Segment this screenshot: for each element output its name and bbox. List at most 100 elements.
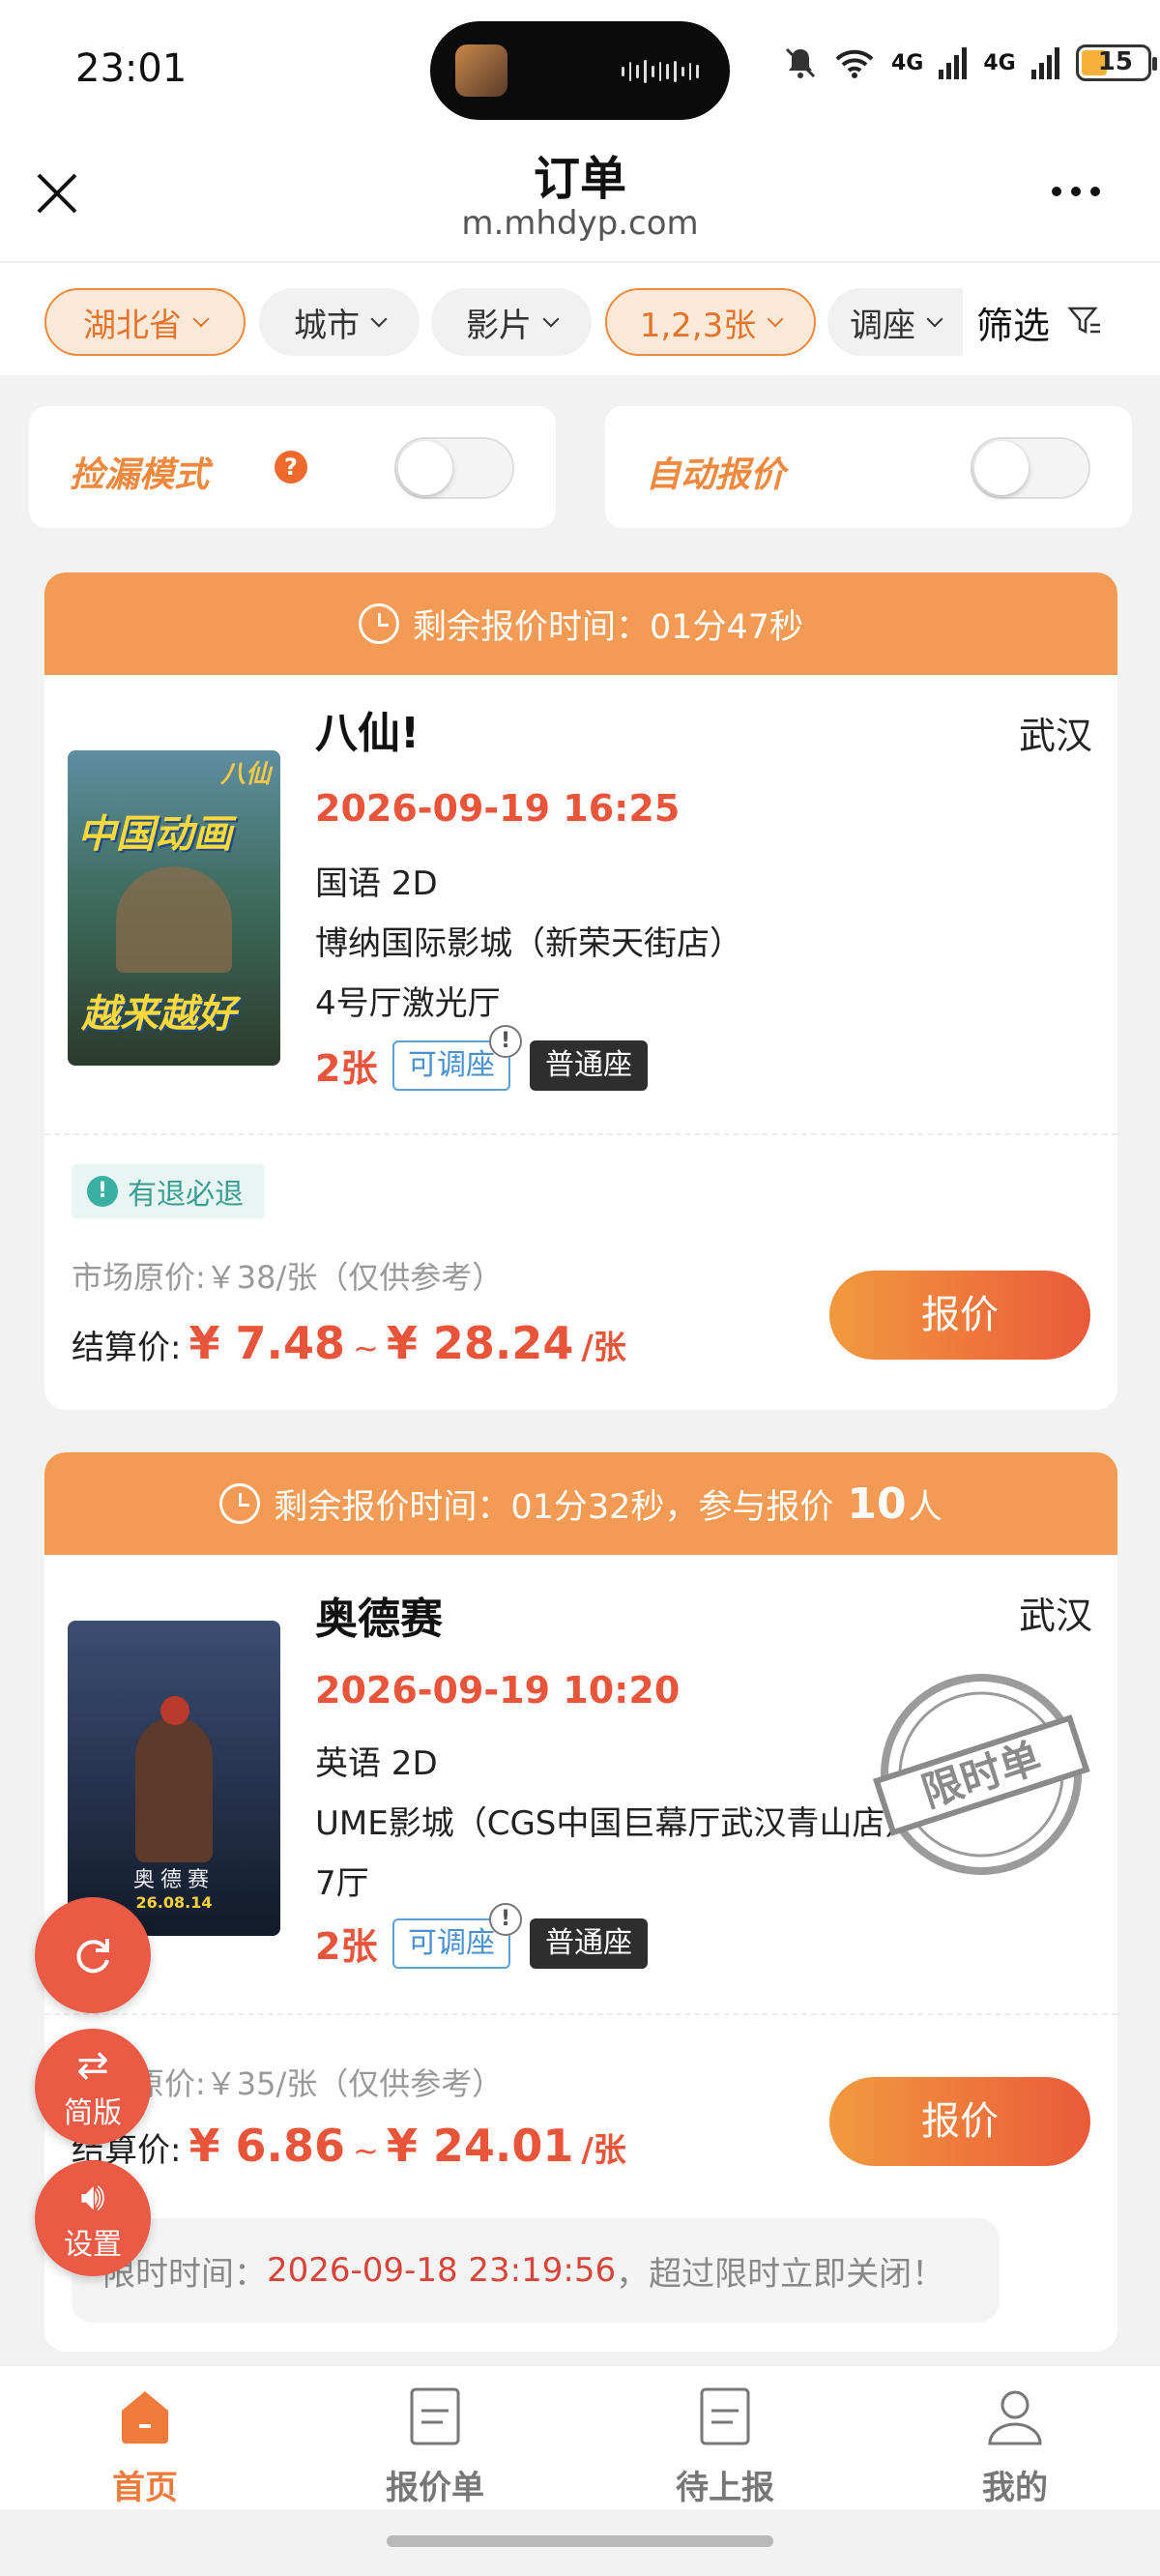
auto-quote-label: 自动报价 <box>646 455 786 495</box>
price-separator: ~ <box>353 2132 379 2169</box>
refresh-button[interactable] <box>35 1897 151 2013</box>
filter-province[interactable]: 湖北省 <box>44 288 246 356</box>
alert-icon: ! <box>87 1176 118 1207</box>
refund-badge: ! 有退必退 <box>72 1164 265 1218</box>
order-city: 武汉 <box>1018 1595 1092 1637</box>
ticket-count: 2张 <box>315 1925 378 1968</box>
page-title: 订单 <box>533 152 626 206</box>
cinema-name: UME影城（CGS中国巨幕厅武汉青山店） <box>315 1804 918 1843</box>
nav-quotes[interactable]: 报价单 <box>338 2386 532 2508</box>
filter-tickets[interactable]: 1,2,3张 <box>605 288 816 356</box>
help-icon[interactable]: ? <box>275 451 307 483</box>
time-limit-note: 限时时间： 2026-09-18 23:19:56 ，超过限时立即关闭！ <box>72 2218 1000 2323</box>
seat-type-tag: 普通座 <box>530 1918 648 1969</box>
info-icon[interactable]: ! <box>489 1903 522 1936</box>
chevron-down-icon <box>370 310 388 328</box>
filter-seat-label: 调座 <box>850 306 915 345</box>
language-format: 国语 2D <box>315 864 438 903</box>
chevron-down-icon <box>542 310 560 328</box>
showtime: 2026-09-19 10:20 <box>315 1669 681 1712</box>
bottom-nav: 首页 报价单 待上报 我的 <box>0 2364 1160 2509</box>
quote-button[interactable]: 报价 <box>829 1271 1090 1360</box>
limit-time: 2026-09-18 23:19:56 <box>267 2251 617 2290</box>
clock-icon <box>358 603 399 644</box>
nav-pending[interactable]: 待上报 <box>628 2386 822 2508</box>
adjustable-seat-label: 可调座 <box>408 1048 495 1082</box>
quote-timer-banner: 剩余报价时间：01分32秒，参与报价 10 人 <box>44 1452 1117 1555</box>
language-format: 英语 2D <box>315 1744 438 1783</box>
settings-label: 设置 <box>64 2228 122 2262</box>
simple-mode-button[interactable]: ⇄ 简版 <box>35 2029 151 2145</box>
nav-pending-label: 待上报 <box>676 2469 774 2507</box>
card-divider <box>44 2013 1117 2015</box>
order-city: 武汉 <box>1018 715 1092 757</box>
battery-icon: 15 <box>1075 44 1157 81</box>
wifi-icon <box>835 49 874 78</box>
home-icon <box>122 2391 168 2444</box>
quote-timer-banner: 剩余报价时间：01分47秒 <box>44 572 1117 675</box>
page-header: 订单 m.mhdyp.com <box>0 140 1160 261</box>
filter-tickets-label: 1,2,3张 <box>639 306 757 345</box>
refresh-icon <box>76 1939 109 1974</box>
price-low: ¥ 7.48 <box>188 1317 345 1369</box>
user-icon <box>988 2390 1042 2445</box>
document-icon <box>700 2387 750 2445</box>
auto-quote-switch[interactable] <box>971 437 1090 499</box>
more-options-icon[interactable] <box>1052 187 1100 196</box>
nav-home[interactable]: 首页 <box>48 2386 242 2508</box>
filter-city[interactable]: 城市 <box>259 288 420 356</box>
swap-icon: ⇄ <box>76 2043 109 2088</box>
bargain-mode-card: 捡漏模式 ? <box>29 406 556 528</box>
filter-province-label: 湖北省 <box>83 306 182 345</box>
nav-home-label: 首页 <box>112 2469 178 2507</box>
hall-name: 7厅 <box>315 1864 369 1903</box>
settlement-price: 结算价: ¥ 6.86 ~ ¥ 24.01 /张 <box>72 2120 626 2172</box>
quote-button[interactable]: 报价 <box>829 2077 1090 2166</box>
page-domain: m.mhdyp.com <box>461 204 699 243</box>
hall-name: 4号厅激光厅 <box>315 984 501 1023</box>
poster-text-top: 中国动画 <box>77 812 232 857</box>
filter-button-label[interactable]: 筛选 <box>976 296 1050 349</box>
filter-movie[interactable]: 影片 <box>431 288 592 356</box>
card-divider <box>44 1133 1117 1135</box>
speaker-icon: 🔊︎ <box>80 2175 105 2219</box>
price-separator: ~ <box>353 1330 379 1366</box>
bidder-unit: 人 <box>908 1487 942 1527</box>
home-indicator[interactable] <box>387 2535 773 2547</box>
audio-wave-icon <box>622 60 700 83</box>
limit-suffix: ，超过限时立即关闭！ <box>616 2254 945 2294</box>
movie-poster[interactable]: 八仙 中国动画 越来越好 <box>68 750 280 1066</box>
showtime: 2026-09-19 16:25 <box>315 787 681 830</box>
status-icons: 4G 4G 15 <box>783 44 1157 81</box>
movie-title: 八仙! <box>315 709 420 758</box>
nav-profile[interactable]: 我的 <box>918 2386 1112 2508</box>
bidder-count: 10 <box>847 1478 907 1529</box>
settlement-price: 结算价: ¥ 7.48 ~ ¥ 28.24 /张 <box>72 1317 626 1369</box>
chevron-down-icon <box>926 310 943 328</box>
sound-settings-button[interactable]: 🔊︎ 设置 <box>35 2160 151 2276</box>
status-bar: 23:01 4G 4G 15 <box>0 0 1160 145</box>
dynamic-island[interactable] <box>430 21 730 120</box>
network-type-2: 4G <box>983 50 1016 75</box>
refund-text: 有退必退 <box>128 1178 244 1212</box>
info-icon[interactable]: ! <box>489 1025 522 1058</box>
nav-quotes-label: 报价单 <box>386 2469 484 2507</box>
bargain-mode-switch[interactable] <box>394 437 514 499</box>
funnel-icon[interactable] <box>1067 304 1102 338</box>
movie-poster[interactable]: 奥德赛 26.08.14 <box>68 1621 280 1936</box>
adjustable-seat-tag: 可调座 ! <box>392 1025 522 1091</box>
document-icon <box>410 2387 460 2445</box>
bargain-mode-label: 捡漏模式 <box>70 455 210 495</box>
network-type-1: 4G <box>891 50 924 75</box>
order-card: 剩余报价时间：01分32秒，参与报价 10 人 奥德赛 26.08.14 奥德赛… <box>44 1452 1117 2352</box>
adjustable-seat-tag: 可调座 ! <box>392 1903 522 1969</box>
quote-timer-text: 剩余报价时间：01分32秒，参与报价 <box>274 1487 834 1527</box>
filter-movie-label: 影片 <box>466 306 532 345</box>
ticket-count: 2张 <box>315 1047 378 1090</box>
quote-timer-text: 剩余报价时间：01分47秒 <box>412 607 804 647</box>
simple-mode-label: 简版 <box>64 2096 122 2130</box>
poster-title: 奥德赛 <box>132 1868 215 1892</box>
market-price: 市场原价:￥38/张（仅供参考） <box>72 1259 504 1296</box>
filter-seat[interactable]: 调座 <box>827 288 963 356</box>
auto-quote-card: 自动报价 <box>605 406 1132 528</box>
